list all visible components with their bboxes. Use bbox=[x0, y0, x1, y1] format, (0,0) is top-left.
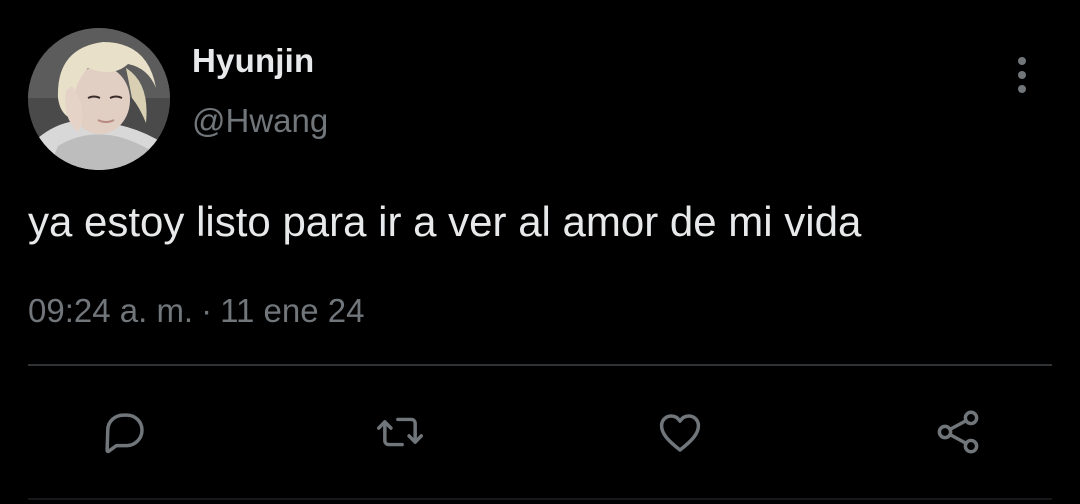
tweet-timestamp[interactable]: 09:24 a. m. · 11 ene 24 bbox=[28, 292, 364, 330]
user-handle[interactable]: @Hwang bbox=[192, 102, 328, 140]
profile-photo-icon bbox=[28, 28, 170, 170]
divider bbox=[28, 364, 1052, 366]
more-options-button[interactable] bbox=[1002, 52, 1042, 98]
tweet-date: 11 ene 24 bbox=[220, 292, 365, 329]
comment-bubble-icon bbox=[105, 413, 144, 454]
vertical-dots-icon bbox=[1018, 57, 1026, 93]
bottom-divider bbox=[28, 498, 1052, 500]
display-name[interactable]: Hyunjin bbox=[192, 42, 314, 80]
retweet-arrows-icon bbox=[377, 417, 423, 447]
like-button[interactable] bbox=[652, 404, 708, 460]
reply-button[interactable] bbox=[96, 404, 152, 460]
retweet-button[interactable] bbox=[372, 404, 428, 460]
meta-separator: · bbox=[201, 292, 213, 329]
share-nodes-icon bbox=[937, 410, 979, 454]
heart-outline-icon bbox=[659, 414, 701, 452]
share-button[interactable] bbox=[930, 404, 986, 460]
tweet-time: 09:24 a. m. bbox=[28, 292, 194, 329]
tweet-text: ya estoy listo para ir a ver al amor de … bbox=[28, 198, 862, 245]
tweet-card: Hyunjin @Hwang ya estoy listo para ir a … bbox=[0, 0, 1080, 504]
avatar[interactable] bbox=[28, 28, 170, 170]
